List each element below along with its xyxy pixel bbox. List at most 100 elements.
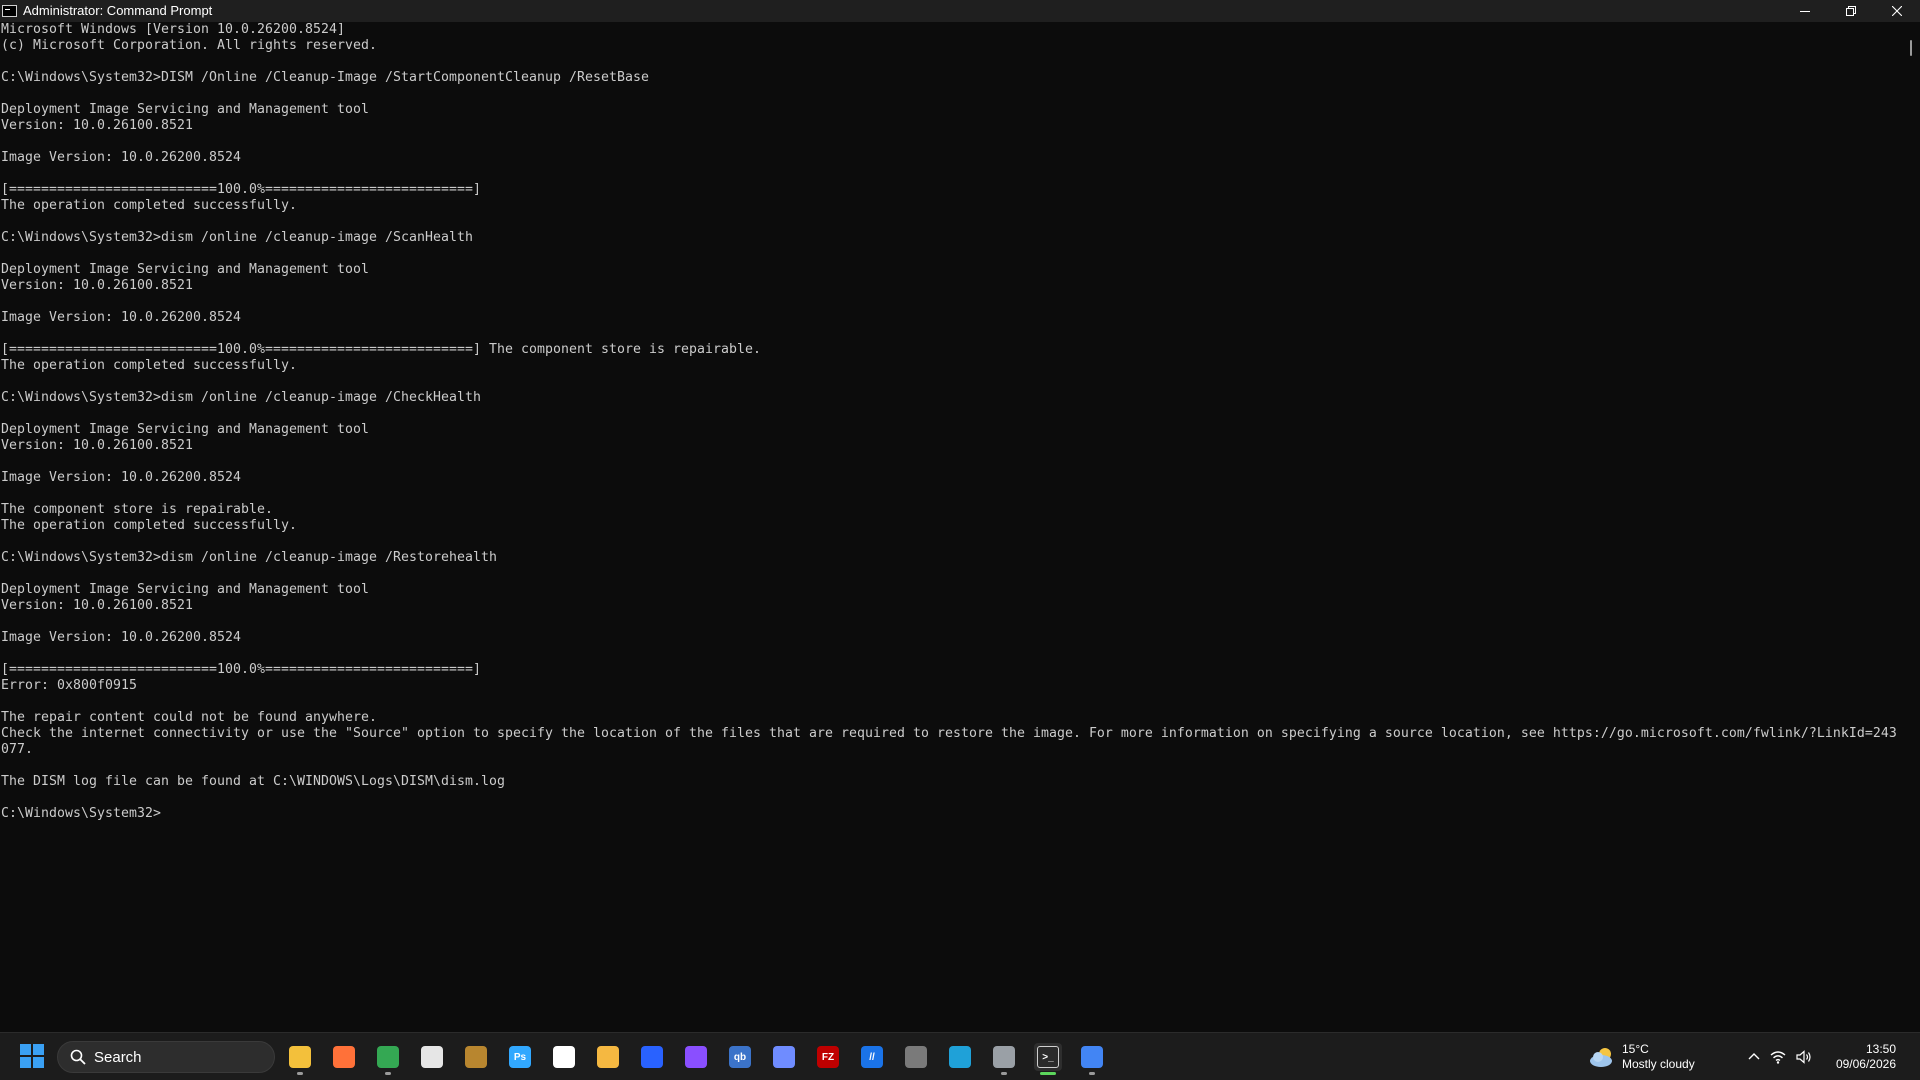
malwarebytes-taskbar-button[interactable] — [638, 1043, 666, 1071]
window-title: Administrator: Command Prompt — [23, 3, 213, 18]
taskbar: Search Ps qb FZ // >_ 15°C Mostly cloudy 1… — [0, 1032, 1920, 1080]
console-line: Version: 10.0.26100.8521 — [1, 438, 193, 453]
taskbar-search[interactable]: Search — [57, 1041, 275, 1073]
windows-logo-icon — [20, 1044, 31, 1055]
docs-icon — [1081, 1046, 1103, 1068]
malwarebytes-icon — [641, 1046, 663, 1068]
calculator-icon — [905, 1046, 927, 1068]
filezilla-taskbar-button[interactable]: FZ — [814, 1043, 842, 1071]
vertical-scrollbar[interactable] — [1902, 22, 1920, 1031]
calculator-taskbar-button[interactable] — [902, 1043, 930, 1071]
notepad-icon — [421, 1046, 443, 1068]
notepad-taskbar-button[interactable] — [418, 1043, 446, 1071]
console-line: The operation completed successfully. — [1, 518, 297, 533]
settings-icon — [993, 1046, 1015, 1068]
chrome-icon — [377, 1046, 399, 1068]
console-line: Image Version: 10.0.26200.8524 — [1, 470, 241, 485]
minimize-icon — [1800, 11, 1810, 12]
close-button[interactable] — [1874, 0, 1920, 22]
volume-button[interactable] — [1796, 1050, 1812, 1064]
console-line: Version: 10.0.26100.8521 — [1, 278, 193, 293]
console-line: Version: 10.0.26100.8521 — [1, 118, 193, 133]
edge-icon — [949, 1046, 971, 1068]
console-output: Microsoft Windows [Version 10.0.26200.85… — [0, 22, 1902, 822]
console-line: Deployment Image Servicing and Managemen… — [1, 582, 369, 597]
filezilla-icon: FZ — [817, 1046, 839, 1068]
console-line: (c) Microsoft Corporation. All rights re… — [1, 38, 377, 53]
wifi-icon — [1770, 1051, 1786, 1064]
media-app-icon — [465, 1046, 487, 1068]
network-button[interactable] — [1770, 1050, 1786, 1064]
restore-icon — [1846, 6, 1856, 16]
running-indicator — [1040, 1072, 1056, 1075]
clock[interactable]: 13:50 09/06/2026 — [1836, 1042, 1896, 1072]
running-indicator — [297, 1072, 303, 1075]
editor-icon: // — [861, 1046, 883, 1068]
console-line: C:\Windows\System32>dism /online /cleanu… — [1, 230, 473, 245]
firefox-icon — [333, 1046, 355, 1068]
photoshop-taskbar-button[interactable]: Ps — [506, 1043, 534, 1071]
start-button[interactable] — [20, 1044, 44, 1068]
show-hidden-icons-button[interactable] — [1748, 1051, 1760, 1063]
scrollbar-thumb[interactable] — [1910, 40, 1912, 56]
vpn-taskbar-button[interactable] — [770, 1043, 798, 1071]
vpn-icon — [773, 1046, 795, 1068]
edge-taskbar-button[interactable] — [946, 1043, 974, 1071]
console-line: C:\Windows\System32> — [1, 806, 161, 821]
cmd-icon — [2, 5, 17, 17]
document-taskbar-button[interactable] — [550, 1043, 578, 1071]
running-indicator — [385, 1072, 391, 1075]
console-area[interactable]: Microsoft Windows [Version 10.0.26200.85… — [0, 22, 1902, 1031]
console-line: 077. — [1, 742, 33, 757]
editor-taskbar-button[interactable]: // — [858, 1043, 886, 1071]
console-line: The component store is repairable. — [1, 502, 273, 517]
file-explorer-icon — [289, 1046, 311, 1068]
console-line: C:\Windows\System32>dism /online /cleanu… — [1, 550, 497, 565]
console-line: The operation completed successfully. — [1, 358, 297, 373]
qbittorrent-icon: qb — [729, 1046, 751, 1068]
restore-button[interactable] — [1828, 0, 1874, 22]
weather-widget[interactable]: 15°C Mostly cloudy — [1588, 1041, 1695, 1073]
window-controls — [1782, 0, 1920, 22]
console-line: The operation completed successfully. — [1, 198, 297, 213]
photoshop-icon: Ps — [509, 1046, 531, 1068]
title-bar[interactable]: Administrator: Command Prompt — [0, 0, 1920, 22]
cleaner-taskbar-button[interactable] — [594, 1043, 622, 1071]
clock-date: 09/06/2026 — [1835, 1057, 1896, 1071]
firefox-taskbar-button[interactable] — [330, 1043, 358, 1071]
console-line: Image Version: 10.0.26200.8524 — [1, 630, 241, 645]
clock-time: 13:50 — [1865, 1042, 1896, 1056]
console-line: Deployment Image Servicing and Managemen… — [1, 262, 369, 277]
settings-taskbar-button[interactable] — [990, 1043, 1018, 1075]
terminal-taskbar-button[interactable]: >_ — [1034, 1043, 1062, 1075]
file-explorer-taskbar-button[interactable] — [286, 1043, 314, 1075]
console-line: C:\Windows\System32>DISM /Online /Cleanu… — [1, 70, 649, 85]
console-line: Image Version: 10.0.26200.8524 — [1, 310, 241, 325]
running-indicator — [1089, 1072, 1095, 1075]
chrome-taskbar-button[interactable] — [374, 1043, 402, 1075]
qbittorrent-taskbar-button[interactable]: qb — [726, 1043, 754, 1071]
media-app-taskbar-button[interactable] — [462, 1043, 490, 1071]
cloud-icon — [1590, 1048, 1612, 1067]
terminal-icon: >_ — [1037, 1046, 1059, 1068]
color-app-icon — [685, 1046, 707, 1068]
console-line: C:\Windows\System32>dism /online /cleanu… — [1, 390, 481, 405]
color-app-taskbar-button[interactable] — [682, 1043, 710, 1071]
console-line: [==========================100.0%=======… — [1, 342, 761, 357]
document-icon — [553, 1046, 575, 1068]
search-label: Search — [94, 1048, 142, 1066]
cleaner-icon — [597, 1046, 619, 1068]
console-line: Microsoft Windows [Version 10.0.26200.85… — [1, 22, 345, 37]
running-indicator — [1001, 1072, 1007, 1075]
console-line: Image Version: 10.0.26200.8524 — [1, 150, 241, 165]
weather-temperature: 15°C — [1622, 1042, 1649, 1056]
console-line: Check the internet connectivity or use t… — [1, 726, 1897, 741]
console-line: Error: 0x800f0915 — [1, 678, 137, 693]
console-line: The DISM log file can be found at C:\WIN… — [1, 774, 505, 789]
minimize-button[interactable] — [1782, 0, 1828, 22]
close-icon — [1892, 6, 1902, 16]
docs-taskbar-button[interactable] — [1078, 1043, 1106, 1075]
console-line: Version: 10.0.26100.8521 — [1, 598, 193, 613]
console-line: [==========================100.0%=======… — [1, 182, 481, 197]
weather-condition: Mostly cloudy — [1622, 1057, 1695, 1071]
